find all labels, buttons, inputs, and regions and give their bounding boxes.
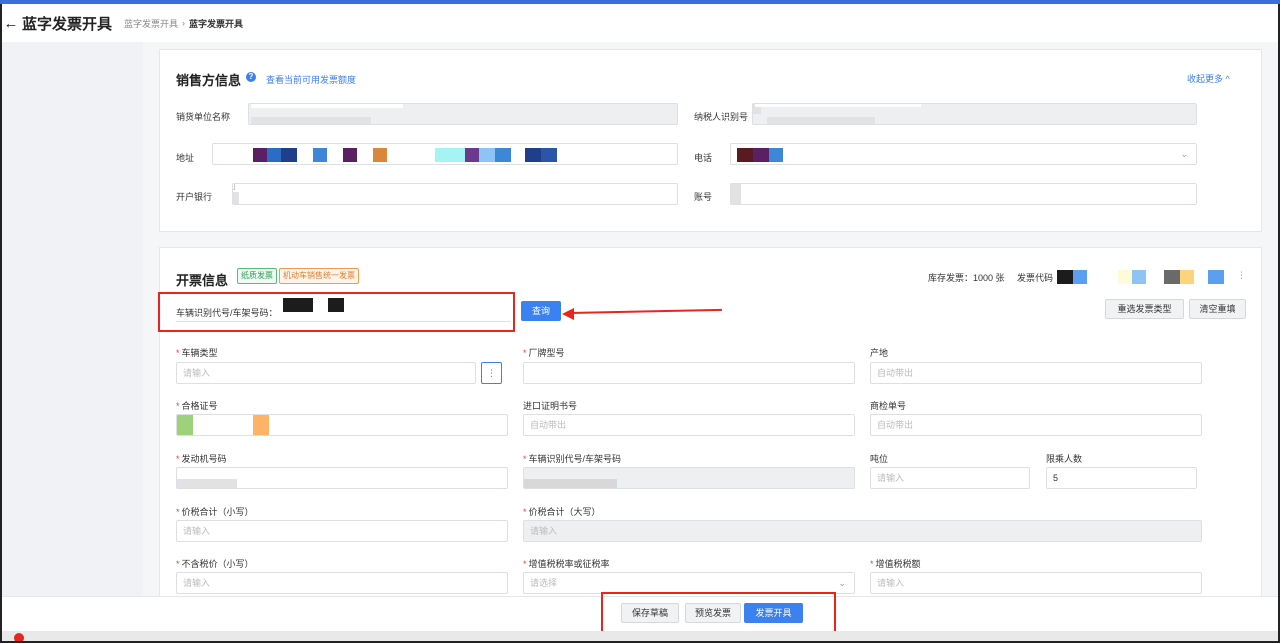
screenshot-frame	[0, 4, 1280, 643]
